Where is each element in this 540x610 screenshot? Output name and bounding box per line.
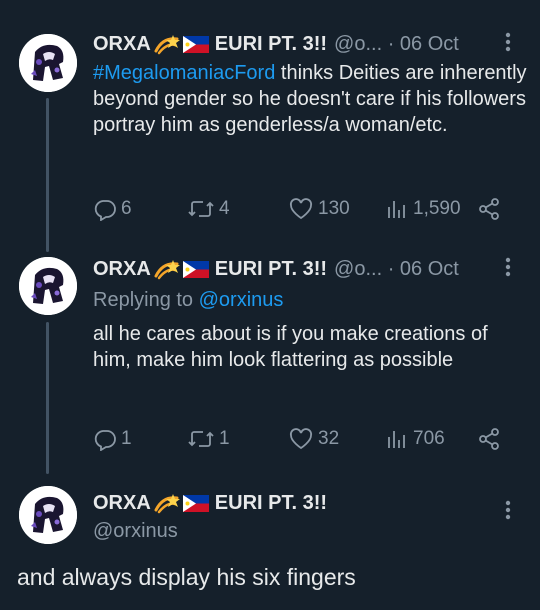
display-name-suffix: EURI PT. 3!!	[214, 491, 328, 514]
tweet-text: and always display his six fingers	[17, 564, 356, 590]
avatar-image	[19, 486, 77, 544]
tweet-3-focused[interactable]: ORXA EURI PT. 3!! @orxinus and always di…	[0, 0, 540, 610]
display-name[interactable]: ORXA	[93, 492, 151, 515]
tweet-header: ORXA EURI PT. 3!!	[93, 491, 327, 515]
more-options-button[interactable]	[498, 500, 518, 524]
philippines-flag-icon	[182, 494, 209, 512]
handle[interactable]: @orxinus	[93, 520, 178, 543]
avatar[interactable]	[19, 486, 77, 544]
more-vertical-icon	[505, 500, 511, 520]
dizzy-emoji-icon	[154, 494, 180, 514]
